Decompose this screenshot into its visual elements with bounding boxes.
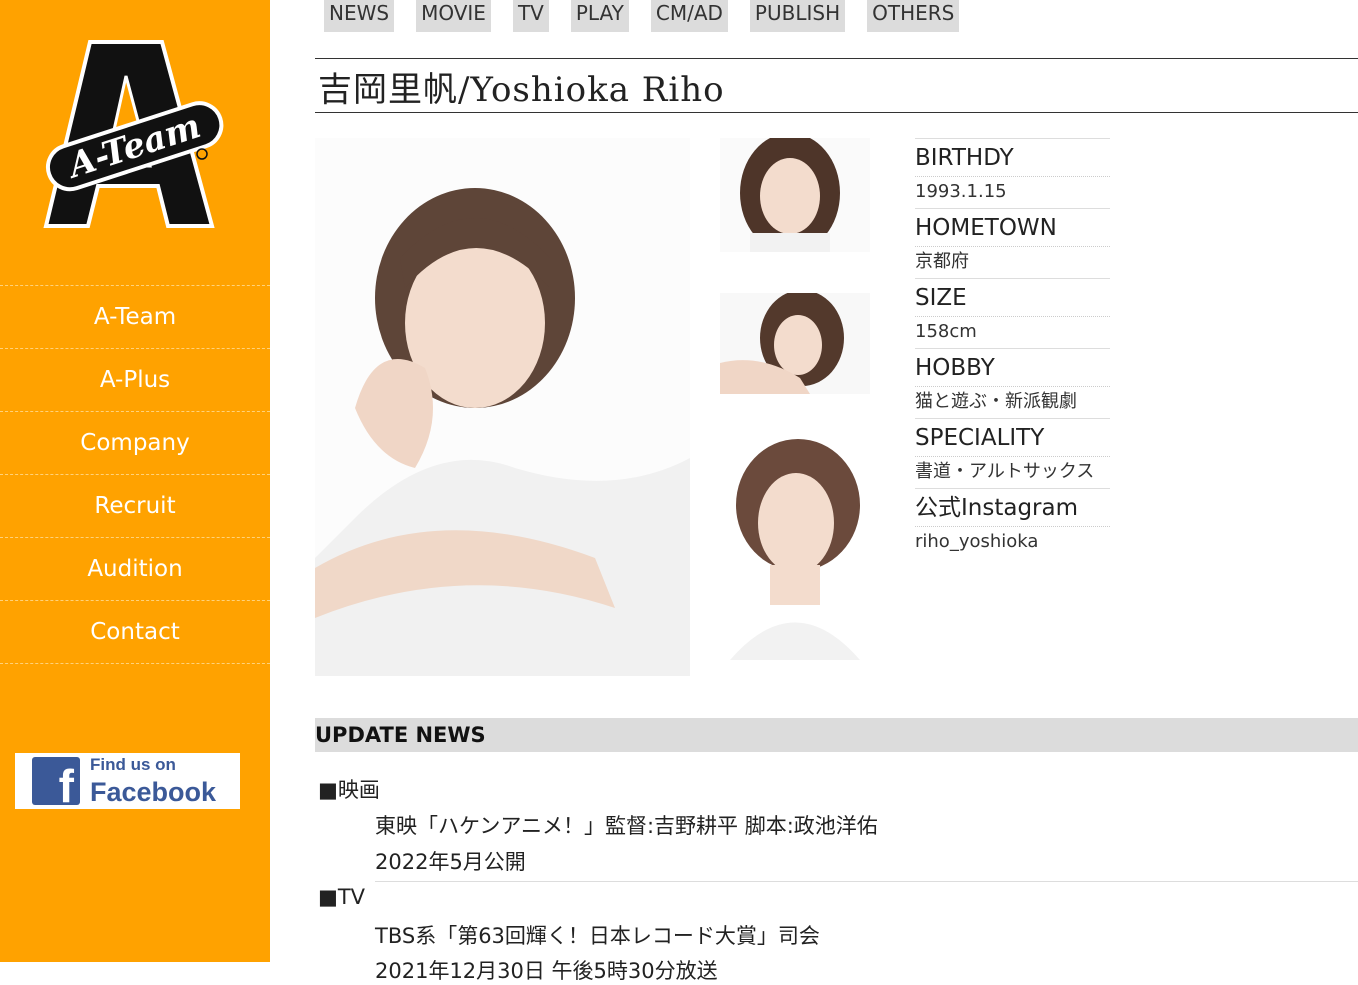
profile-label-speciality: SPECIALITY xyxy=(915,418,1110,457)
facebook-banner[interactable]: f Find us on Facebook xyxy=(15,753,240,809)
nav-a-team[interactable]: A-Team xyxy=(0,285,270,348)
tab-play[interactable]: PLAY xyxy=(570,0,629,32)
news-line: 2022年5月公開 xyxy=(375,850,526,874)
tab-others[interactable]: OTHERS xyxy=(867,0,960,32)
nav-company[interactable]: Company xyxy=(0,411,270,474)
news-category-movie: ■映画 xyxy=(318,778,380,802)
profile-table: BIRTHDY 1993.1.15 HOMETOWN 京都府 SIZE 158c… xyxy=(915,138,1110,558)
tab-cm-ad[interactable]: CM/AD xyxy=(650,0,728,32)
news-line: TBS系「第63回輝く！日本レコード大賞」司会 xyxy=(375,924,820,948)
profile-value-instagram[interactable]: riho_yoshioka xyxy=(915,527,1110,558)
category-tabs: NEWS MOVIE TV PLAY CM/AD PUBLISH OTHERS xyxy=(324,0,981,32)
main-portrait-photo[interactable] xyxy=(315,138,690,676)
nav-contact[interactable]: Contact xyxy=(0,600,270,664)
facebook-icon: f xyxy=(32,757,80,805)
divider xyxy=(315,58,1358,59)
profile-value-hometown: 京都府 xyxy=(915,251,969,272)
divider xyxy=(315,112,1358,113)
news-category-tv: ■TV xyxy=(318,885,366,909)
nav-audition[interactable]: Audition xyxy=(0,537,270,600)
a-team-logo[interactable]: A-Team xyxy=(40,36,230,236)
profile-label-birthday: BIRTHDY xyxy=(915,138,1110,177)
profile-label-size: SIZE xyxy=(915,278,1110,317)
profile-label-hometown: HOMETOWN xyxy=(915,208,1110,247)
profile-label-hobby: HOBBY xyxy=(915,348,1110,387)
sidebar: A-Team A-Team A-Plus Company Recruit Aud… xyxy=(0,0,270,962)
tab-publish[interactable]: PUBLISH xyxy=(749,0,846,32)
profile-value-speciality: 書道・アルトサックス xyxy=(915,461,1095,482)
portrait-thumbnail-3[interactable] xyxy=(720,435,870,660)
divider xyxy=(375,881,1358,882)
update-news-heading: UPDATE NEWS xyxy=(315,718,1358,752)
nav-a-plus[interactable]: A-Plus xyxy=(0,348,270,411)
portrait-thumbnail-2[interactable] xyxy=(720,293,870,394)
nav-recruit[interactable]: Recruit xyxy=(0,474,270,537)
main-nav: A-Team A-Plus Company Recruit Audition C… xyxy=(0,285,270,664)
news-line: 2021年12月30日 午後5時30分放送 xyxy=(375,959,718,983)
tab-tv[interactable]: TV xyxy=(512,0,549,32)
portrait-thumbnail-1[interactable] xyxy=(720,138,870,252)
profile-label-instagram: 公式Instagram xyxy=(915,488,1110,527)
profile-value-size: 158cm xyxy=(915,321,977,342)
news-line: 東映「ハケンアニメ！」監督:吉野耕平 脚本:政池洋佑 xyxy=(375,814,878,838)
page-title: 吉岡里帆/Yoshioka Riho xyxy=(318,70,725,110)
tab-news[interactable]: NEWS xyxy=(324,0,395,32)
profile-value-birthday: 1993.1.15 xyxy=(915,181,1007,202)
facebook-line1: Find us on xyxy=(90,754,176,774)
tab-movie[interactable]: MOVIE xyxy=(416,0,491,32)
facebook-line2: Facebook xyxy=(90,776,217,807)
profile-value-hobby: 猫と遊ぶ・新派観劇 xyxy=(915,391,1077,412)
